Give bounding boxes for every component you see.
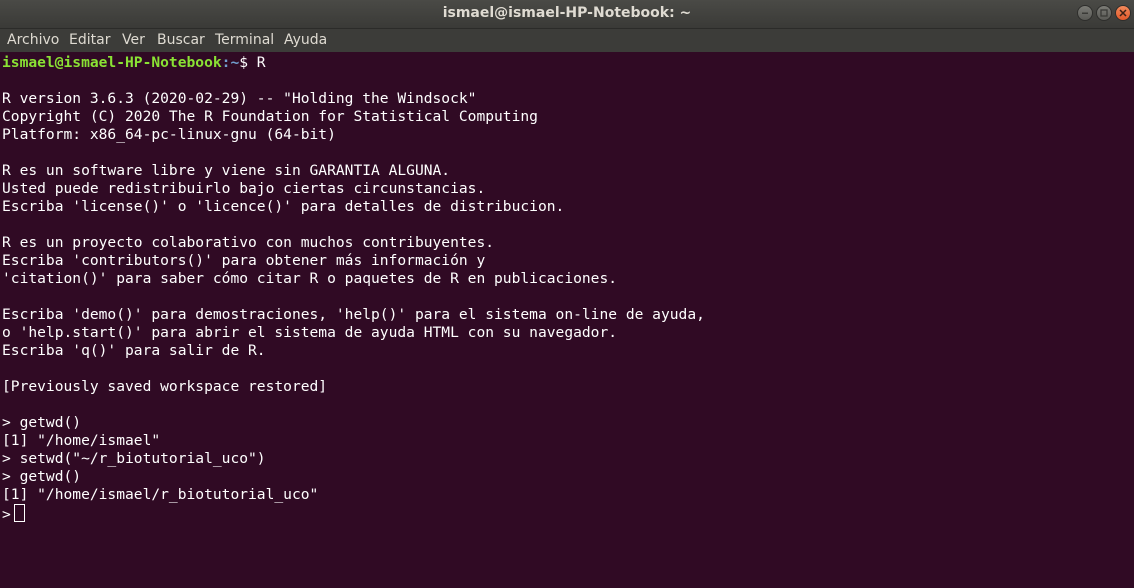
r-input-line[interactable]: > xyxy=(2,504,25,524)
terminal-area[interactable]: ismael@ismael-HP-Notebook:~$ R R version… xyxy=(0,52,1134,588)
menu-editar[interactable]: Editar xyxy=(69,29,110,52)
terminal-window: ismael@ismael-HP-Notebook: ~ Archivo Edi… xyxy=(0,0,1134,588)
close-icon[interactable] xyxy=(1115,5,1131,21)
minimize-icon[interactable] xyxy=(1077,5,1093,21)
menu-ayuda[interactable]: Ayuda xyxy=(284,29,327,52)
menu-archivo[interactable]: Archivo xyxy=(7,29,59,52)
output-line: Copyright (C) 2020 The R Foundation for … xyxy=(2,108,538,125)
prompt-path: :~ xyxy=(221,54,240,71)
title-bar[interactable]: ismael@ismael-HP-Notebook: ~ xyxy=(0,0,1134,29)
output-line: R es un software libre y viene sin GARAN… xyxy=(2,162,451,179)
menu-terminal[interactable]: Terminal xyxy=(215,29,274,52)
window-title: ismael@ismael-HP-Notebook: ~ xyxy=(442,5,692,21)
output-line: Escriba 'q()' para salir de R. xyxy=(2,342,266,359)
menu-bar: Archivo Editar Ver Buscar Terminal Ayuda xyxy=(0,29,1134,52)
output-line: Escriba 'license()' o 'licence()' para d… xyxy=(2,198,565,215)
output-line: [Previously saved workspace restored] xyxy=(2,378,328,395)
shell-prompt-line: ismael@ismael-HP-Notebook:~$ R xyxy=(2,54,266,72)
output-line: > setwd("~/r_biotutorial_uco") xyxy=(2,450,266,467)
output-line: R es un proyecto colaborativo con muchos… xyxy=(2,234,495,251)
output-line: Escriba 'contributors()' para obtener má… xyxy=(2,252,486,269)
output-line: Usted puede redistribuirlo bajo ciertas … xyxy=(2,180,486,197)
output-line: Platform: x86_64-pc-linux-gnu (64-bit) xyxy=(2,126,336,143)
output-line: Escriba 'demo()' para demostraciones, 'h… xyxy=(2,306,705,323)
output-line: 'citation()' para saber cómo citar R o p… xyxy=(2,270,618,287)
r-prompt-symbol: > xyxy=(2,506,11,523)
text-cursor xyxy=(13,504,25,522)
output-line: > getwd() xyxy=(2,468,82,485)
output-line: [1] "/home/ismael" xyxy=(2,432,161,449)
output-line: o 'help.start()' para abrir el sistema d… xyxy=(2,324,618,341)
menu-ver[interactable]: Ver xyxy=(122,29,145,52)
output-line: [1] "/home/ismael/r_biotutorial_uco" xyxy=(2,486,319,503)
maximize-icon[interactable] xyxy=(1096,5,1112,21)
output-line: R version 3.6.3 (2020-02-29) -- "Holding… xyxy=(2,90,477,107)
prompt-user-host: ismael@ismael-HP-Notebook xyxy=(2,54,222,71)
menu-buscar[interactable]: Buscar xyxy=(157,29,205,52)
output-line: > getwd() xyxy=(2,414,82,431)
prompt-command: $ R xyxy=(239,54,266,71)
